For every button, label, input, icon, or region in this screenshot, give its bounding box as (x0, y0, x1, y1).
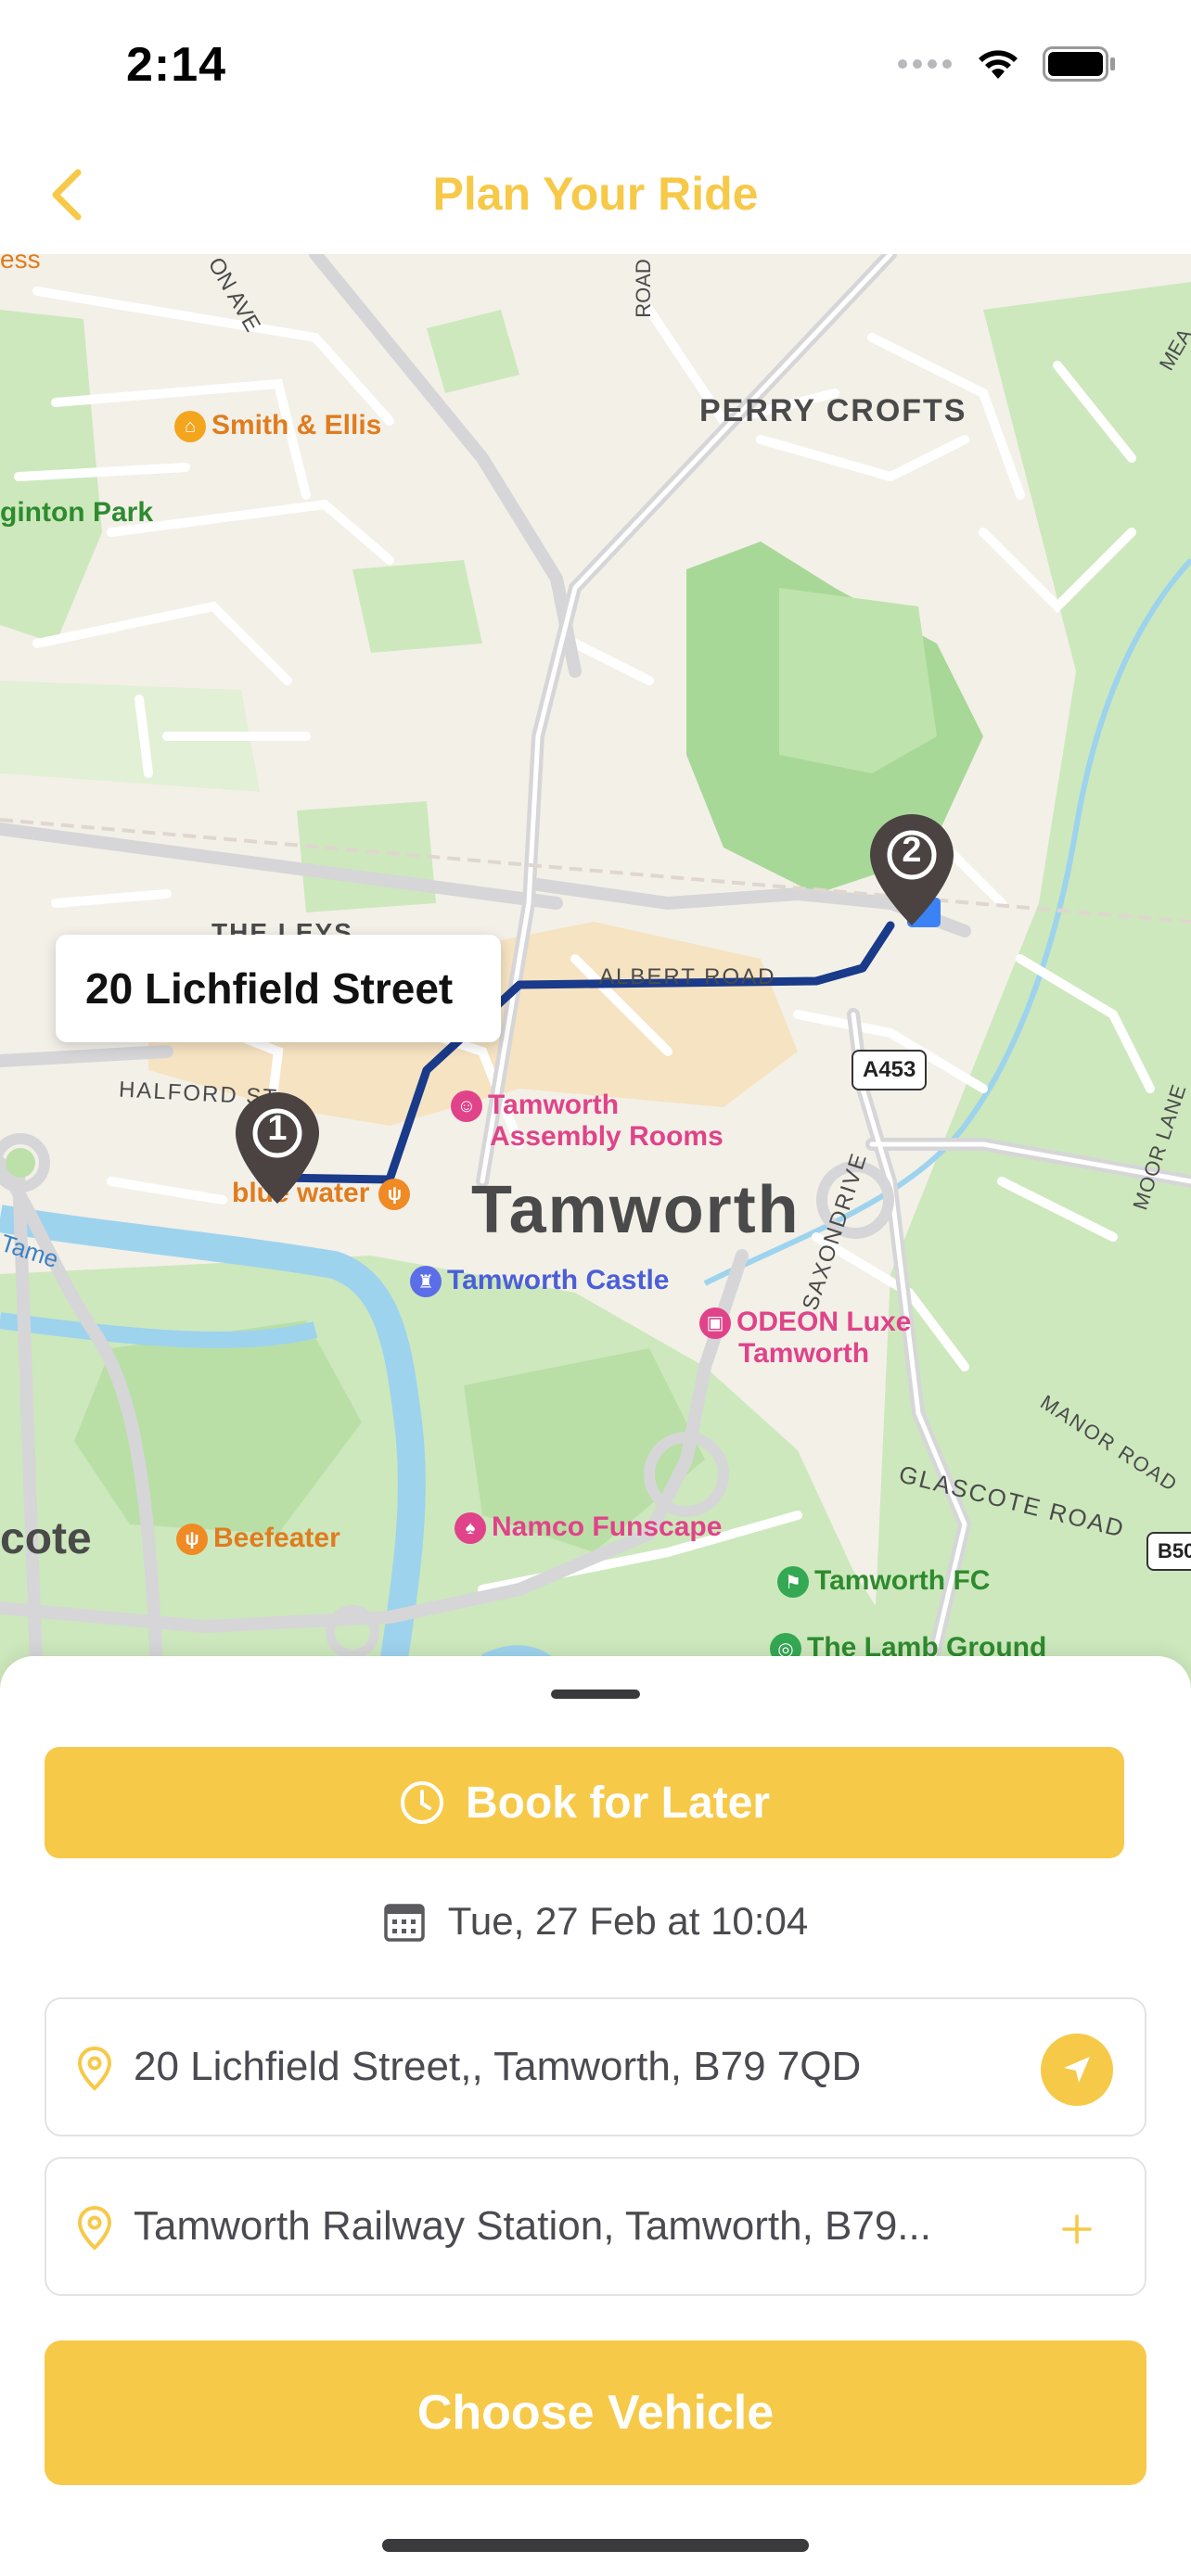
sports-icon: ⚑ (777, 1566, 809, 1599)
entertainment-icon: ♠ (455, 1512, 486, 1545)
battery-icon (1043, 46, 1117, 86)
map-label: ⌂ Smith & Ellis (174, 410, 381, 443)
current-location-button[interactable] (1041, 2034, 1113, 2106)
status-bar: 2:14 (0, 0, 1191, 139)
map-label: ψ Beefeater (176, 1523, 340, 1556)
map-label: cote (0, 1514, 92, 1563)
booking-sheet: Book for Later Tue, 27 Feb at 10:04 20 L… (0, 1656, 1191, 2576)
map-label: ☺ Tamworth Assembly Rooms (451, 1090, 724, 1152)
dropoff-pin[interactable]: 2 (866, 810, 957, 929)
page-title: Plan Your Ride (432, 168, 759, 220)
status-time: 2:14 (126, 38, 227, 92)
calendar-icon (384, 1904, 425, 1942)
location-pin-icon (77, 2046, 112, 2091)
map-label: ▣ ODEON Luxe Tamworth (699, 1307, 911, 1369)
wifi-icon (976, 47, 1020, 85)
location-arrow-icon (1064, 2057, 1090, 2083)
map-label: ♠ Namco Funscape (455, 1511, 722, 1545)
dropoff-field[interactable]: Tamworth Railway Station, Tamworth, B79.… (45, 2157, 1146, 2296)
map-label: ess (0, 254, 41, 274)
status-icons (896, 46, 1117, 86)
castle-icon: ♜ (410, 1266, 442, 1298)
pickup-callout[interactable]: 20 Lichfield Street (56, 935, 501, 1042)
map-label: ALBERT ROAD (599, 964, 776, 989)
restaurant-icon: ψ (378, 1179, 411, 1211)
pin-number: 2 (902, 831, 922, 870)
book-for-later-button[interactable]: Book for Later (45, 1747, 1124, 1858)
scheduled-date-text: Tue, 27 Feb at 10:04 (447, 1899, 809, 1943)
map-view[interactable]: ess ON AVE ROAD ⌂ Smith & Ellis PERRY CRO… (0, 254, 1191, 1688)
road-shield: B50 (1146, 1532, 1191, 1571)
nav-bar: Plan Your Ride (0, 139, 1191, 254)
add-stop-button[interactable] (1041, 2193, 1113, 2265)
choose-vehicle-button[interactable]: Choose Vehicle (45, 2340, 1146, 2485)
sheet-grabber[interactable] (551, 1690, 640, 1699)
home-indicator (382, 2539, 809, 2552)
clock-icon (400, 1781, 443, 1824)
map-label: ROAD (631, 259, 655, 318)
location-pin-icon (77, 2205, 112, 2251)
plus-icon (1062, 2214, 1092, 2244)
map-label: ♜ Tamworth Castle (410, 1265, 670, 1298)
scheduled-date[interactable]: Tue, 27 Feb at 10:04 (0, 1899, 1191, 1944)
shopping-basket-icon: ⌂ (174, 411, 206, 443)
cinema-icon: ▣ (699, 1307, 731, 1340)
map-label: PERRY CROFTS (699, 393, 967, 428)
signal-icon (896, 57, 954, 75)
map-label: ⚑ Tamworth FC (777, 1565, 990, 1599)
dropoff-address[interactable]: Tamworth Railway Station, Tamworth, B79.… (134, 2159, 1005, 2294)
pickup-pin[interactable]: 1 (232, 1089, 323, 1207)
pickup-field[interactable]: 20 Lichfield Street,, Tamworth, B79 7QD (45, 1997, 1146, 2136)
pickup-address[interactable]: 20 Lichfield Street,, Tamworth, B79 7QD (134, 1999, 1005, 2135)
book-for-later-label: Book for Later (465, 1778, 771, 1828)
pin-number: 1 (267, 1109, 288, 1148)
road-shield: A453 (852, 1050, 928, 1090)
town-label: Tamworth (471, 1173, 800, 1247)
theater-icon: ☺ (451, 1090, 482, 1123)
restaurant-icon: ψ (176, 1524, 208, 1556)
map-label: ginton Park (0, 497, 154, 528)
